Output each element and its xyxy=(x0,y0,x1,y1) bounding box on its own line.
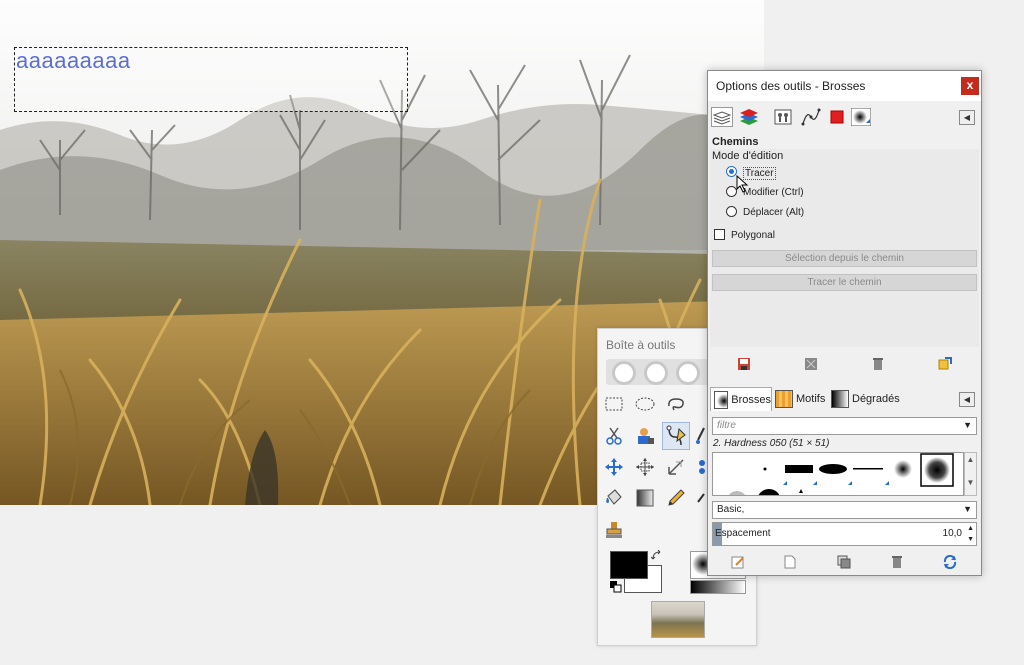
tab-label-patterns: Motifs xyxy=(796,393,826,405)
stroke-path-button[interactable]: Tracer le chemin xyxy=(712,274,977,291)
tab-brushes[interactable]: Brosses xyxy=(710,387,772,411)
dock-menu-button[interactable]: ◀ xyxy=(959,110,975,125)
rect-select-icon[interactable] xyxy=(602,392,626,416)
layers-tab-icon[interactable] xyxy=(738,107,760,127)
spacing-slider[interactable]: Espacement 10,0 ▲ ▼ xyxy=(712,522,977,546)
text-box-selection[interactable]: aaaaaaaaa xyxy=(14,47,408,112)
active-image-thumbnail[interactable] xyxy=(651,601,705,638)
resource-menu-button[interactable]: ◀ xyxy=(959,392,975,407)
spacing-value[interactable]: 10,0 xyxy=(943,528,962,539)
brush-name-label: 2. Hardness 050 (51 × 51) xyxy=(713,438,830,449)
chevron-down-icon[interactable]: ▼ xyxy=(963,504,972,514)
spacing-label: Espacement xyxy=(715,528,771,539)
brush-set-select[interactable]: Basic, ▼ xyxy=(712,501,977,519)
gradient-icon[interactable] xyxy=(633,486,657,510)
tab-patterns[interactable]: Motifs xyxy=(772,387,828,411)
bucket-fill-icon[interactable] xyxy=(602,486,626,510)
active-gradient-preview[interactable] xyxy=(690,580,746,594)
brush-set-value: Basic, xyxy=(717,504,745,515)
mode-label-move[interactable]: Déplacer (Alt) xyxy=(743,207,804,218)
tool-options-tab-icon[interactable] xyxy=(711,107,733,127)
restore-options-icon[interactable] xyxy=(803,356,819,372)
duplicate-brush-icon[interactable] xyxy=(836,554,852,570)
paths-icon[interactable] xyxy=(662,422,690,450)
new-brush-icon[interactable] xyxy=(782,554,798,570)
delete-options-icon[interactable] xyxy=(870,356,886,372)
tool-options-dialog[interactable]: Options des outils - Brosses x ◀ Chemins… xyxy=(707,70,982,576)
tab-gradients[interactable]: Dégradés xyxy=(828,387,900,411)
swap-colors-icon[interactable] xyxy=(650,549,663,562)
mode-label-edit[interactable]: Modifier (Ctrl) xyxy=(743,187,804,198)
reset-options-icon[interactable] xyxy=(937,356,953,372)
scroll-up-icon[interactable]: ▲ xyxy=(965,455,976,464)
filter-placeholder: filtre xyxy=(717,420,736,431)
brushes-tab-icon[interactable] xyxy=(850,107,872,127)
dialog-title: Options des outils - Brosses xyxy=(716,79,866,93)
tab-label-gradients: Dégradés xyxy=(852,393,900,405)
brush-grid-scrollbar[interactable]: ▲ ▼ xyxy=(964,452,977,496)
default-colors-icon[interactable] xyxy=(610,581,622,593)
device-status-tab-icon[interactable] xyxy=(772,107,794,127)
foreground-color-swatch[interactable] xyxy=(610,551,648,579)
lasso-icon[interactable] xyxy=(664,392,688,416)
clone-tool-icon[interactable] xyxy=(694,455,708,479)
polygonal-checkbox[interactable] xyxy=(714,229,725,240)
chevron-down-icon[interactable]: ▼ xyxy=(963,420,972,430)
spin-up-icon[interactable]: ▲ xyxy=(967,523,974,534)
brushes-iconbar xyxy=(708,550,981,574)
mode-radio-move[interactable] xyxy=(726,206,737,217)
edit-brush-icon[interactable] xyxy=(730,554,746,570)
delete-brush-icon[interactable] xyxy=(889,554,905,570)
text-layer-content[interactable]: aaaaaaaaa xyxy=(16,48,131,74)
mouse-cursor-icon xyxy=(736,174,750,193)
save-options-icon[interactable] xyxy=(736,356,752,372)
refresh-brushes-icon[interactable] xyxy=(942,554,958,570)
brush-grid[interactable] xyxy=(712,452,964,496)
close-button[interactable]: x xyxy=(961,77,979,95)
paths-tab-icon[interactable] xyxy=(800,107,822,127)
scissors-icon[interactable] xyxy=(602,424,626,448)
polygonal-label: Polygonal xyxy=(731,230,775,241)
ellipse-select-icon[interactable] xyxy=(633,392,657,416)
smudge-tool-icon[interactable] xyxy=(694,486,708,510)
dialog-titlebar[interactable]: Options des outils - Brosses x xyxy=(708,71,981,101)
colors-tab-icon[interactable] xyxy=(826,107,848,127)
section-title: Chemins xyxy=(712,136,759,148)
crop-icon[interactable] xyxy=(664,455,688,479)
filter-input[interactable]: filtre ▼ xyxy=(712,417,977,435)
spin-down-icon[interactable]: ▼ xyxy=(967,534,974,545)
toolbox-title: Boîte à outils xyxy=(606,338,676,352)
scroll-down-icon[interactable]: ▼ xyxy=(965,478,976,487)
wilber-banner xyxy=(606,359,711,385)
edit-mode-label: Mode d'édition xyxy=(712,150,784,162)
selection-from-path-button[interactable]: Sélection depuis le chemin xyxy=(712,250,977,267)
dock-tabs: ◀ xyxy=(708,104,981,130)
tab-label-brushes: Brosses xyxy=(731,393,771,406)
clone-icon[interactable] xyxy=(602,518,626,542)
fg-select-icon[interactable] xyxy=(633,424,657,448)
pencil-icon[interactable] xyxy=(664,486,688,510)
brush-tool-icon[interactable] xyxy=(694,424,708,448)
tool-options-iconbar xyxy=(708,352,981,376)
move-icon[interactable] xyxy=(602,455,626,479)
align-icon[interactable] xyxy=(633,455,657,479)
